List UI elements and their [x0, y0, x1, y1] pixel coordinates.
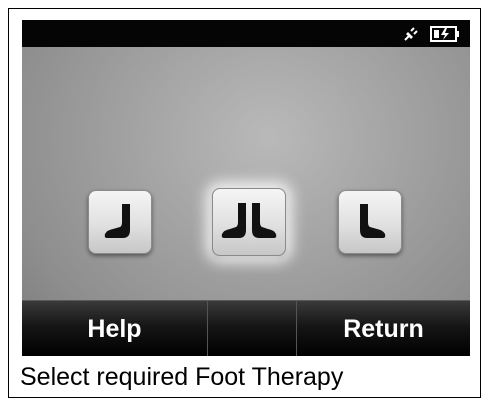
softkey-bar: Help Return: [22, 300, 470, 356]
return-button[interactable]: Return: [297, 301, 470, 356]
both-feet-icon: [221, 203, 277, 238]
status-bar: [22, 20, 470, 47]
help-button[interactable]: Help: [22, 301, 207, 356]
device-screen: Help Return: [22, 20, 470, 356]
both-feet-button[interactable]: [212, 188, 286, 256]
figure-caption: Select required Foot Therapy: [20, 363, 344, 391]
battery-charging-icon: [430, 26, 459, 42]
left-foot-button[interactable]: [88, 190, 152, 254]
left-foot-icon: [104, 204, 130, 238]
middle-softkey[interactable]: [207, 301, 297, 356]
right-foot-icon: [360, 204, 386, 238]
power-plug-icon: [404, 27, 418, 41]
right-foot-button[interactable]: [338, 190, 402, 254]
